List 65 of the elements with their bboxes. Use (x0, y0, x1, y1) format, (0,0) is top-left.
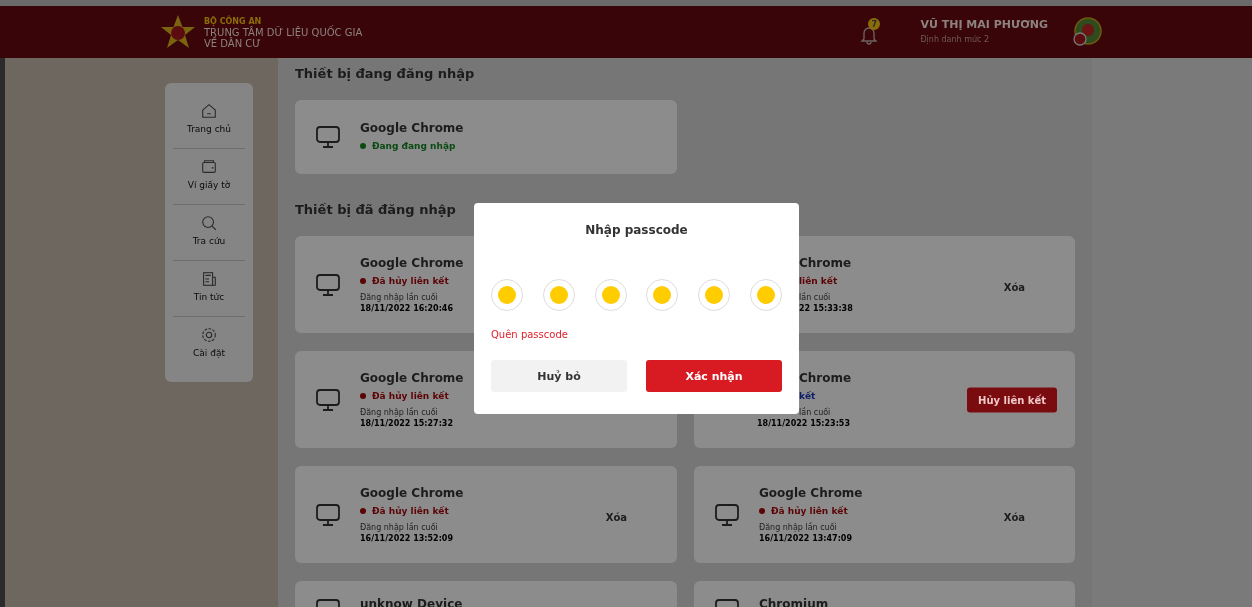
nav-item[interactable]: Tra cứu (173, 205, 245, 261)
last-login-label: lần cuối (798, 292, 832, 303)
org-name: TRUNG TÂM DỮ LIỆU QUỐC GIA (204, 26, 363, 38)
device-name: Google Chrome (360, 121, 464, 135)
device-name: Chrome (798, 255, 853, 270)
dialog-title: Nhập passcode (584, 223, 689, 237)
status-text: Đã hủy liên kết (372, 504, 449, 518)
last-login-label: lần cuối (798, 407, 832, 418)
monitor-icon (315, 124, 341, 150)
org-name: VỀ DÂN CƯ (204, 37, 261, 49)
section-title: Thiết bị đã đăng nhập (295, 202, 457, 218)
bell-icon[interactable] (860, 25, 879, 45)
avatar-emblem-icon[interactable] (1072, 17, 1102, 47)
last-login-label: Đăng nhập lần cuối (360, 522, 439, 533)
device-name: Chrome (798, 370, 852, 385)
device-name: Google Chrome (360, 370, 464, 385)
nav-item[interactable]: Tin tức (173, 261, 245, 317)
nav-label: Tra cứu (192, 236, 226, 246)
forgot-passcode-link[interactable]: Quên passcode (491, 329, 568, 340)
star-emblem-icon (160, 14, 196, 50)
nav-item[interactable]: Ví giấy tờ (173, 149, 245, 205)
nav-label: Cài đặt (193, 348, 225, 358)
device-name: Google Chrome (360, 255, 464, 270)
nav-label: Tin tức (193, 292, 225, 302)
status-text: Đang đang nhập (372, 140, 456, 153)
device-name: Google Chrome (360, 485, 464, 500)
monitor-icon (315, 386, 341, 413)
nav-item[interactable]: Trang chủ (173, 93, 245, 149)
nav-item[interactable]: Cài đặt (173, 317, 245, 372)
last-login-time: 16/11/2022 13:52:09 (360, 532, 454, 544)
user-name: VŨ THỊ MAI PHƯƠNG (920, 17, 1048, 32)
gear-icon (200, 326, 218, 344)
document-icon (200, 270, 218, 288)
monitor-icon (315, 271, 341, 298)
monitor-icon (714, 501, 740, 528)
section-title: Thiết bị đang đăng nhập (295, 66, 476, 82)
status-text: Đã hủy liên kết (372, 274, 449, 288)
last-login-time: 16/11/2022 13:47:09 (759, 532, 853, 544)
user-level: Định danh mức 2 (920, 34, 991, 46)
last-login-time: 18/11/2022 15:27:32 (360, 417, 454, 429)
status-text: Đã hủy liên kết (771, 504, 848, 518)
status-text: Đã hủy liên kết (372, 389, 449, 403)
agency-name: BỘ CÔNG AN (204, 15, 263, 26)
unlink-button[interactable]: Hủy liên kết (967, 387, 1057, 412)
status-text: kết (799, 389, 816, 403)
last-login-label: Đăng nhập lần cuối (759, 522, 838, 533)
search-icon (200, 214, 218, 232)
wallet-icon (200, 158, 218, 176)
confirm-button[interactable]: Xác nhận (646, 360, 782, 392)
delete-link[interactable]: Xóa (1003, 511, 1025, 522)
last-login-label: Đăng nhập lần cuối (360, 407, 439, 418)
last-login-label: Đăng nhập lần cuối (360, 292, 439, 303)
notification-badge: 7 (868, 18, 881, 30)
last-login-time: 18/11/2022 16:20:46 (360, 302, 454, 314)
monitor-icon (315, 501, 341, 528)
nav-label: Ví giấy tờ (187, 180, 231, 190)
last-login-time: 22 15:33:38 (798, 302, 853, 314)
last-login-time: 18/11/2022 15:23:53 (757, 417, 851, 429)
nav-label: Trang chủ (187, 124, 231, 134)
delete-link[interactable]: Xóa (605, 511, 627, 522)
delete-link[interactable]: Xóa (1003, 281, 1025, 292)
device-name: Google Chrome (759, 485, 863, 500)
cancel-button[interactable]: Huỷ bỏ (491, 360, 627, 392)
status-text: liên kết (799, 274, 838, 288)
home-icon (200, 102, 218, 120)
